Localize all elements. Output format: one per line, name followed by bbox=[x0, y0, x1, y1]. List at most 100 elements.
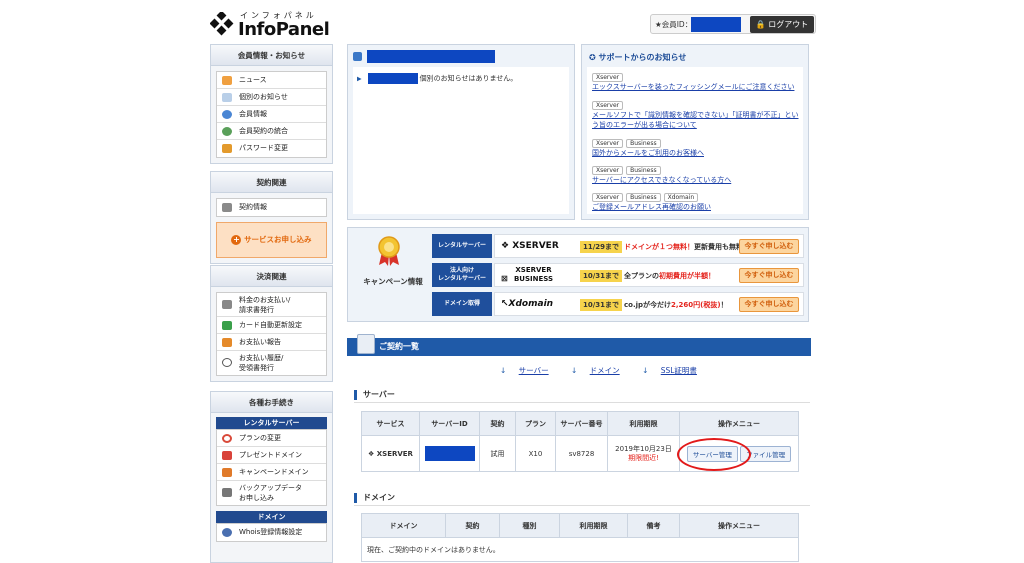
service-apply-button[interactable]: + サービスお申し込み bbox=[216, 222, 327, 258]
tag-xserver: Xserver bbox=[592, 101, 624, 110]
support-link[interactable]: メールソフトで「識別情報を確認できない」「証明書が不正」という旨のエラーが出る場… bbox=[592, 110, 802, 130]
member-id-bar: ★会員ID： 🔒 ログアウト bbox=[650, 14, 816, 34]
support-link[interactable]: ご登録メールアドレス再確認のお願い bbox=[592, 202, 802, 212]
sidebar-item-payment-report[interactable]: お支払い報告 bbox=[217, 334, 326, 351]
refresh-icon bbox=[222, 434, 232, 443]
support-item: Xserver メールソフトで「識別情報を確認できない」「証明書が不正」という旨… bbox=[592, 100, 802, 130]
lock-icon bbox=[222, 144, 232, 153]
logout-button[interactable]: 🔒 ログアウト bbox=[750, 16, 814, 33]
tag-xdomain: Xdomain bbox=[663, 193, 699, 202]
sidebar-item-payment-history[interactable]: お支払い履歴/受領書発行 bbox=[217, 351, 326, 375]
jump-ssl-link[interactable]: ↓ SSL証明書 bbox=[642, 366, 707, 375]
xdomain-logo-icon: ↖ bbox=[501, 299, 509, 309]
contracts-title: ご契約一覧 bbox=[379, 342, 419, 351]
notice-title-redacted bbox=[367, 50, 495, 63]
tag-business: Business bbox=[626, 166, 661, 175]
cell-server-number: sv8728 bbox=[555, 435, 608, 472]
sidebar-member-section: 会員情報・お知らせ ニュース 個別のお知らせ 会員情報 会員契約の統合 パスワー… bbox=[210, 44, 333, 164]
sidebar-item-plan-change[interactable]: プランの変更 bbox=[217, 430, 326, 447]
sidebar-procedures-section: 各種お手続き レンタルサーバー プランの変更 プレゼントドメイン キャンペーンド… bbox=[210, 391, 333, 563]
medal-icon bbox=[378, 236, 400, 266]
campaign-apply-button[interactable]: 今すぐ申し込む bbox=[739, 297, 799, 312]
domain-section-title: ドメイン bbox=[354, 493, 395, 503]
campaign-date: 11/29まで bbox=[580, 241, 623, 253]
infopanel-logo[interactable]: インフォパネル InfoPanel bbox=[210, 10, 330, 40]
arrow-down-icon: ↓ bbox=[642, 366, 651, 375]
campaign-icon bbox=[222, 468, 232, 477]
gift-icon bbox=[222, 451, 232, 460]
col-server-id: サーバーID bbox=[419, 411, 480, 436]
sidebar-item-news[interactable]: ニュース bbox=[217, 72, 326, 89]
tag-xserver: Xserver bbox=[592, 73, 624, 82]
sidebar-item-individual-notice[interactable]: 個別のお知らせ bbox=[217, 89, 326, 106]
xdomain-brand: ↖Xdomain bbox=[501, 299, 554, 309]
contract-jump-links: ↓ サーバー ↓ ドメイン ↓ SSL証明書 bbox=[500, 365, 717, 376]
campaign-category: ドメイン取得 bbox=[432, 292, 492, 316]
sidebar-member-title: 会員情報・お知らせ bbox=[211, 45, 332, 66]
cell-service: ❖ XSERVER bbox=[361, 435, 420, 472]
notice-body: ▶ 個別のお知らせはありません。 bbox=[353, 67, 569, 214]
notice-name-redacted bbox=[367, 73, 418, 84]
plus-circle-icon: + bbox=[231, 235, 242, 245]
table-header-row: ドメイン 契約 種別 利用期限 備考 操作メニュー bbox=[361, 513, 799, 538]
sidebar-contract-title: 契約関連 bbox=[211, 172, 332, 193]
highlight-circle bbox=[677, 438, 751, 471]
doc-icon bbox=[222, 203, 232, 212]
support-link[interactable]: 国外からメールをご利用のお客様へ bbox=[592, 148, 802, 158]
xserver-brand: ❖ XSERVER bbox=[501, 241, 559, 251]
rental-server-subtitle: レンタルサーバー bbox=[216, 417, 327, 429]
campaign-category: レンタルサーバー bbox=[432, 234, 492, 258]
support-item: Xserver Business サーバーにアクセスできなくなっている方へ bbox=[592, 165, 802, 185]
tag-xserver: Xserver bbox=[592, 139, 624, 148]
col-contract: 契約 bbox=[479, 411, 516, 436]
arrow-down-icon: ↓ bbox=[571, 366, 580, 375]
campaign-text: co.jpが今だけ2,260円(税抜)！ bbox=[624, 301, 728, 309]
campaign-text: 全プランの初期費用が半額！ bbox=[624, 272, 715, 280]
sidebar-item-card-auto-renew[interactable]: カード自動更新設定 bbox=[217, 317, 326, 334]
sidebar-payment-title: 決済関連 bbox=[211, 266, 332, 287]
support-link[interactable]: エックスサーバーを装ったフィッシングメールにご注意ください bbox=[592, 82, 802, 92]
campaign-panel: キャンペーン情報 レンタルサーバー ❖ XSERVER 11/29まで ドメイン… bbox=[347, 227, 809, 322]
support-icon: ✪ bbox=[589, 53, 599, 62]
notice-row: ▶ 個別のお知らせはありません。 bbox=[357, 73, 517, 84]
cell-plan: X10 bbox=[515, 435, 556, 472]
cell-contract: 試用 bbox=[479, 435, 516, 472]
support-notice-panel: ✪ サポートからのお知らせ Xserver エックスサーバーを装ったフィッシング… bbox=[581, 44, 809, 220]
col-service: サービス bbox=[361, 411, 420, 436]
xserver-business-brand: ⊠ XSERVER BUSINESS bbox=[501, 266, 554, 283]
xserver-logo-icon: ❖ bbox=[501, 241, 510, 251]
jump-server-link[interactable]: ↓ サーバー bbox=[500, 366, 559, 375]
sidebar-item-present-domain[interactable]: プレゼントドメイン bbox=[217, 447, 326, 464]
support-item: Xserver Business Xdomain ご登録メールアドレス再確認のお願い bbox=[592, 192, 802, 212]
sidebar-payment-section: 決済関連 料金のお支払い/請求書発行 カード自動更新設定 お支払い報告 お支払い… bbox=[210, 265, 333, 382]
contracts-header: ご契約一覧 bbox=[347, 334, 811, 356]
logo-title: InfoPanel bbox=[238, 19, 330, 40]
sidebar-contract-section: 契約関連 契約情報 + サービスお申し込み bbox=[210, 171, 333, 264]
sidebar-item-member-info[interactable]: 会員情報 bbox=[217, 106, 326, 123]
domain-subtitle: ドメイン bbox=[216, 511, 327, 523]
sidebar-item-backup-apply[interactable]: バックアップデータ お申し込み bbox=[217, 481, 326, 505]
tag-business: Business bbox=[626, 139, 661, 148]
notice-message: 個別のお知らせはありません。 bbox=[419, 74, 518, 83]
campaign-apply-button[interactable]: 今すぐ申し込む bbox=[739, 268, 799, 283]
report-icon bbox=[222, 338, 232, 347]
logout-label: ログアウト bbox=[768, 20, 809, 29]
support-item: Xserver エックスサーバーを装ったフィッシングメールにご注意ください bbox=[592, 72, 802, 92]
sidebar-item-whois[interactable]: Whois登録情報設定 bbox=[217, 524, 326, 541]
support-list: Xserver エックスサーバーを装ったフィッシングメールにご注意ください Xs… bbox=[587, 67, 803, 214]
sidebar-item-contract-merge[interactable]: 会員契約の統合 bbox=[217, 123, 326, 140]
sidebar-item-campaign-domain[interactable]: キャンペーンドメイン bbox=[217, 464, 326, 481]
divider bbox=[354, 505, 810, 506]
mail-icon bbox=[222, 93, 232, 102]
sidebar-item-password-change[interactable]: パスワード変更 bbox=[217, 140, 326, 157]
lock-icon: 🔒 bbox=[755, 20, 766, 29]
support-link[interactable]: サーバーにアクセスできなくなっている方へ bbox=[592, 175, 802, 185]
campaign-apply-button[interactable]: 今すぐ申し込む bbox=[739, 239, 799, 254]
arrow-down-icon: ↓ bbox=[500, 366, 509, 375]
whois-icon bbox=[222, 528, 232, 537]
sidebar-item-contract-info[interactable]: 契約情報 bbox=[217, 199, 326, 216]
logo-mark-icon bbox=[210, 12, 234, 36]
jump-domain-link[interactable]: ↓ ドメイン bbox=[571, 366, 630, 375]
campaign-text: ドメインが１つ無料！更新費用も無料！ bbox=[624, 243, 750, 251]
sidebar-item-payment[interactable]: 料金のお支払い/請求書発行 bbox=[217, 293, 326, 317]
